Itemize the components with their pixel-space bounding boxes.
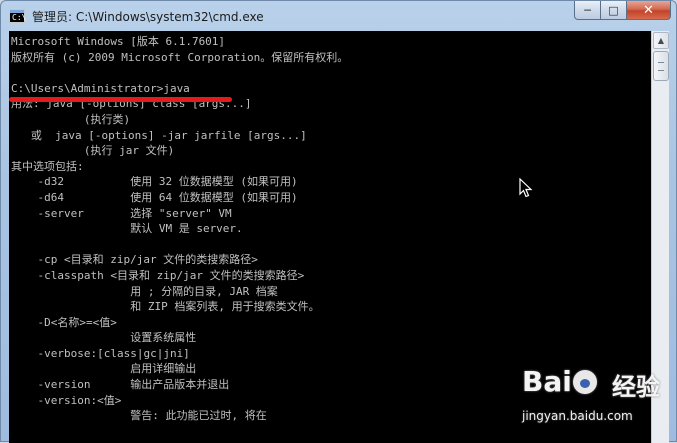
chevron-up-icon: ▲ [657, 36, 665, 45]
cmd-icon[interactable]: C:\ [9, 9, 26, 23]
console-line: (执行类) [11, 112, 131, 126]
minimize-icon: ─ [584, 3, 591, 17]
title-bar[interactable]: C:\ 管理员: C:\Windows\system32\cmd.exe ─ □… [1, 1, 677, 31]
console-line: -cp <目录和 zip/jar 文件的类搜索路径> [11, 253, 258, 267]
minimize-button[interactable]: ─ [574, 1, 601, 20]
console-line: Microsoft Windows [版本 6.1.7601] [11, 35, 226, 48]
console-line: 设置系统属性 [11, 331, 197, 345]
annotation-underline [9, 97, 232, 102]
baidu-logo: Bai [522, 365, 598, 398]
maximize-icon: □ [608, 3, 619, 17]
console-line: C:\Users\Administrator>java [11, 81, 190, 95]
paw-icon [572, 370, 597, 394]
baidu-logo-text: Bai [522, 365, 572, 398]
window-title: 管理员: C:\Windows\system32\cmd.exe [32, 10, 264, 24]
console-line: 默认 VM 是 server. [11, 222, 243, 236]
console-line: 或 java [-options] -jar jarfile [args...] [11, 128, 307, 142]
close-icon: ✕ [643, 2, 654, 18]
console-line: -D<名称>=<值> [11, 315, 117, 329]
watermark-url: jingyan.baidu.com [522, 409, 633, 423]
console-line: -d64 使用 64 位数据模型 (如果可用) [11, 190, 298, 204]
baidu-jingyan-watermark: Bai 经验 jingyan.baidu.com [522, 365, 672, 437]
close-button[interactable]: ✕ [627, 1, 671, 20]
jingyan-text: 经验 [612, 373, 660, 401]
console-line: 用 ; 分隔的目录, JAR 档案 [11, 284, 278, 298]
scroll-thumb[interactable] [653, 51, 669, 81]
console-line: -verbose:[class|gc|jni] [11, 346, 190, 360]
window-controls: ─ □ ✕ [574, 1, 671, 21]
console-line: 其中选项包括: [11, 159, 84, 173]
console-line: -server 选择 "server" VM [11, 206, 232, 220]
maximize-button[interactable]: □ [601, 1, 627, 20]
mouse-cursor-icon [519, 178, 533, 198]
console-line: -d32 使用 32 位数据模型 (如果可用) [11, 175, 298, 189]
console-line: (执行 jar 文件) [11, 144, 175, 158]
console-line: -classpath <目录和 zip/jar 文件的类搜索路径> [11, 268, 305, 282]
console-line: 版权所有 (c) 2009 Microsoft Corporation。保留所有… [11, 50, 349, 64]
scroll-up-button[interactable]: ▲ [653, 32, 669, 49]
console-line: 和 ZIP 档案列表, 用于搜索类文件。 [11, 300, 320, 314]
